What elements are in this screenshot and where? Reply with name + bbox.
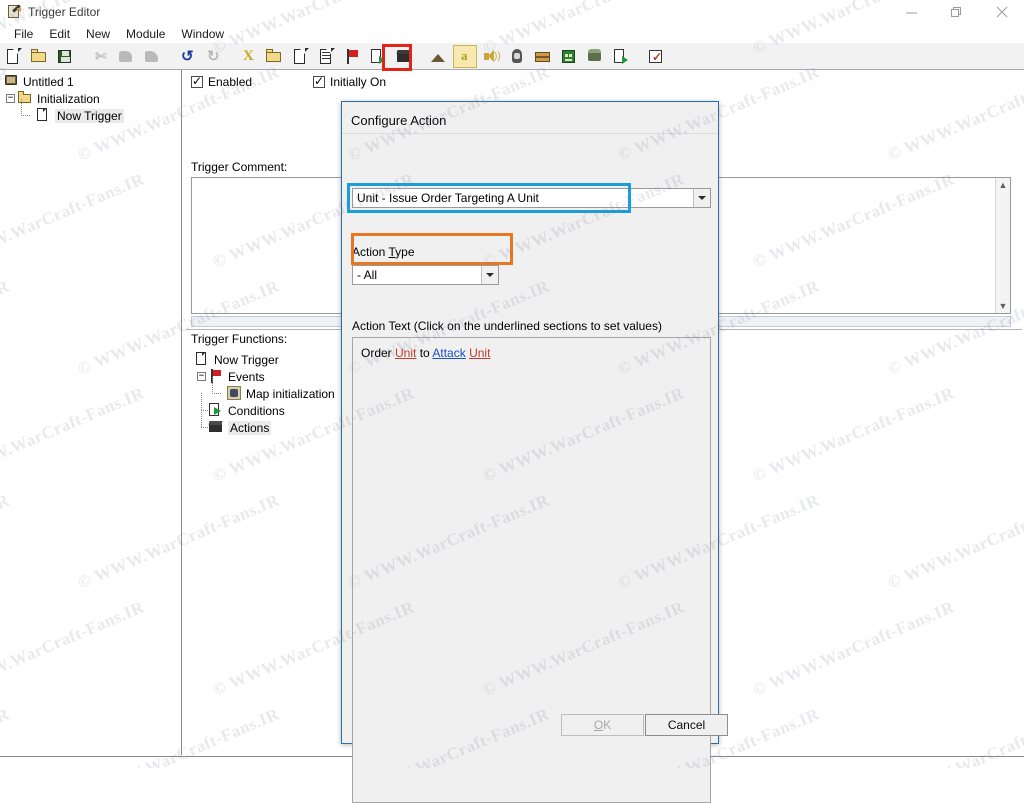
action-type-value: - All <box>357 268 378 282</box>
initially-on-label: Initially On <box>330 75 387 89</box>
object-manager-icon[interactable] <box>583 45 607 68</box>
new-event-flag-icon[interactable] <box>340 45 364 68</box>
tree-label: Now Trigger <box>55 108 124 123</box>
object-editor-icon[interactable] <box>505 45 529 68</box>
enabled-checkbox[interactable]: Enabled <box>191 74 253 89</box>
trigger-page-icon <box>195 352 210 367</box>
action-type-label: Action Type <box>352 245 415 259</box>
title-bar: Trigger Editor <box>0 0 1024 24</box>
tree-label: Events <box>228 369 265 384</box>
new-trigger-page-icon[interactable] <box>288 45 312 68</box>
undo-arrow-icon[interactable]: ↺ <box>175 45 199 68</box>
import-manager-icon[interactable] <box>609 45 633 68</box>
map-init-icon <box>227 386 242 401</box>
toolbar-separator <box>417 45 426 68</box>
tree-label: Actions <box>228 420 272 435</box>
tree-item-now-trigger[interactable]: Now Trigger <box>0 99 181 124</box>
cancel-button[interactable]: Cancel <box>645 714 728 736</box>
checkbox-mark-icon <box>313 74 325 88</box>
tree-item-untitled-1[interactable]: Untitled 1 <box>0 73 181 90</box>
menu-new[interactable]: New <box>78 26 118 42</box>
minimize-button[interactable] <box>889 0 934 24</box>
sound-editor-icon[interactable]: )) <box>479 45 503 68</box>
scroll-down-icon[interactable]: ▼ <box>999 299 1008 313</box>
checkbox-mark-icon <box>191 74 203 88</box>
menu-window[interactable]: Window <box>173 26 232 42</box>
checkbox-editor-icon[interactable]: ✓ <box>644 45 668 68</box>
open-folder-icon[interactable] <box>27 45 51 68</box>
campaign-editor-icon[interactable] <box>531 45 555 68</box>
menu-file[interactable]: File <box>6 26 41 42</box>
tree-label: Untitled 1 <box>23 74 74 89</box>
project-icon <box>4 74 19 89</box>
trigger-functions-label: Trigger Functions: <box>191 332 288 346</box>
action-text-label: Action Text (Click on the underlined sec… <box>352 319 662 333</box>
ok-button[interactable]: OK <box>561 714 644 736</box>
menu-edit[interactable]: Edit <box>41 26 78 42</box>
action-text-mid: to <box>416 346 433 360</box>
action-text-prefix: Order <box>361 346 396 360</box>
window-title: Trigger Editor <box>28 5 101 19</box>
trigger-comment-label: Trigger Comment: <box>191 160 288 174</box>
enabled-label: Enabled <box>208 75 253 89</box>
action-value: Unit - Issue Order Targeting A Unit <box>357 191 539 205</box>
chevron-down-icon[interactable] <box>481 266 498 284</box>
new-comment-icon[interactable] <box>314 45 338 68</box>
tree-label: Initialization <box>37 91 100 106</box>
action-param-order[interactable]: Attack <box>432 346 465 360</box>
action-type-combobox[interactable]: - All <box>352 265 499 285</box>
paste-icon[interactable] <box>140 45 164 68</box>
terrain-editor-icon[interactable] <box>427 45 451 68</box>
redo-arrow-icon[interactable]: ↻ <box>201 45 225 68</box>
tree-label: Now Trigger <box>214 352 279 367</box>
toolbar: ✄ ↺ ↻ X a )) ✓ <box>0 43 1024 70</box>
action-text-line: Order Unit to Attack Unit <box>361 346 490 360</box>
new-category-folder-icon[interactable] <box>262 45 286 68</box>
initially-on-checkbox[interactable]: Initially On <box>313 74 387 89</box>
toolbar-separator <box>226 45 235 68</box>
action-param-unit-1[interactable]: Unit <box>395 346 416 360</box>
close-button[interactable] <box>979 0 1024 24</box>
toolbar-highlight-box <box>382 44 412 71</box>
copy-icon[interactable] <box>114 45 138 68</box>
window-controls <box>889 0 1024 24</box>
close-x-icon[interactable]: X <box>236 45 260 68</box>
dialog-title-divider <box>342 133 718 134</box>
restore-button[interactable] <box>934 0 979 24</box>
tree-label: Map initialization <box>246 386 335 401</box>
new-icon[interactable] <box>1 45 25 68</box>
configure-action-dialog: Configure Action Action Type - All Unit … <box>341 101 719 803</box>
trigger-text-a-icon[interactable]: a <box>453 44 477 68</box>
expander-toggle-icon[interactable]: − <box>197 372 206 381</box>
scroll-up-icon[interactable]: ▲ <box>999 178 1008 192</box>
comment-scrollbar[interactable]: ▲ ▼ <box>995 178 1010 313</box>
green-arrow-page-icon <box>209 403 224 418</box>
clapperboard-icon <box>208 420 224 435</box>
trigger-editor-icon <box>6 4 24 20</box>
menu-module[interactable]: Module <box>118 26 173 42</box>
ok-label: OK <box>593 718 612 732</box>
trigger-tree-panel: Untitled 1 − Initialization Now Trigger <box>0 70 182 755</box>
toolbar-separator <box>634 45 643 68</box>
trigger-page-icon <box>36 108 51 123</box>
menu-bar: File Edit New Module Window <box>0 24 1024 43</box>
save-floppy-icon[interactable] <box>53 45 77 68</box>
cut-scissors-icon[interactable]: ✄ <box>88 45 112 68</box>
tree-item-initialization[interactable]: − Initialization <box>0 90 181 107</box>
ai-editor-icon[interactable] <box>557 45 581 68</box>
chevron-down-icon[interactable] <box>693 189 710 207</box>
toolbar-separator <box>165 45 174 68</box>
action-param-unit-2[interactable]: Unit <box>469 346 490 360</box>
tree-label: Conditions <box>228 403 285 418</box>
action-combobox[interactable]: Unit - Issue Order Targeting A Unit <box>352 188 711 208</box>
expander-toggle-icon[interactable]: − <box>6 94 15 103</box>
toolbar-separator <box>78 45 87 68</box>
dialog-title: Configure Action <box>351 113 447 128</box>
